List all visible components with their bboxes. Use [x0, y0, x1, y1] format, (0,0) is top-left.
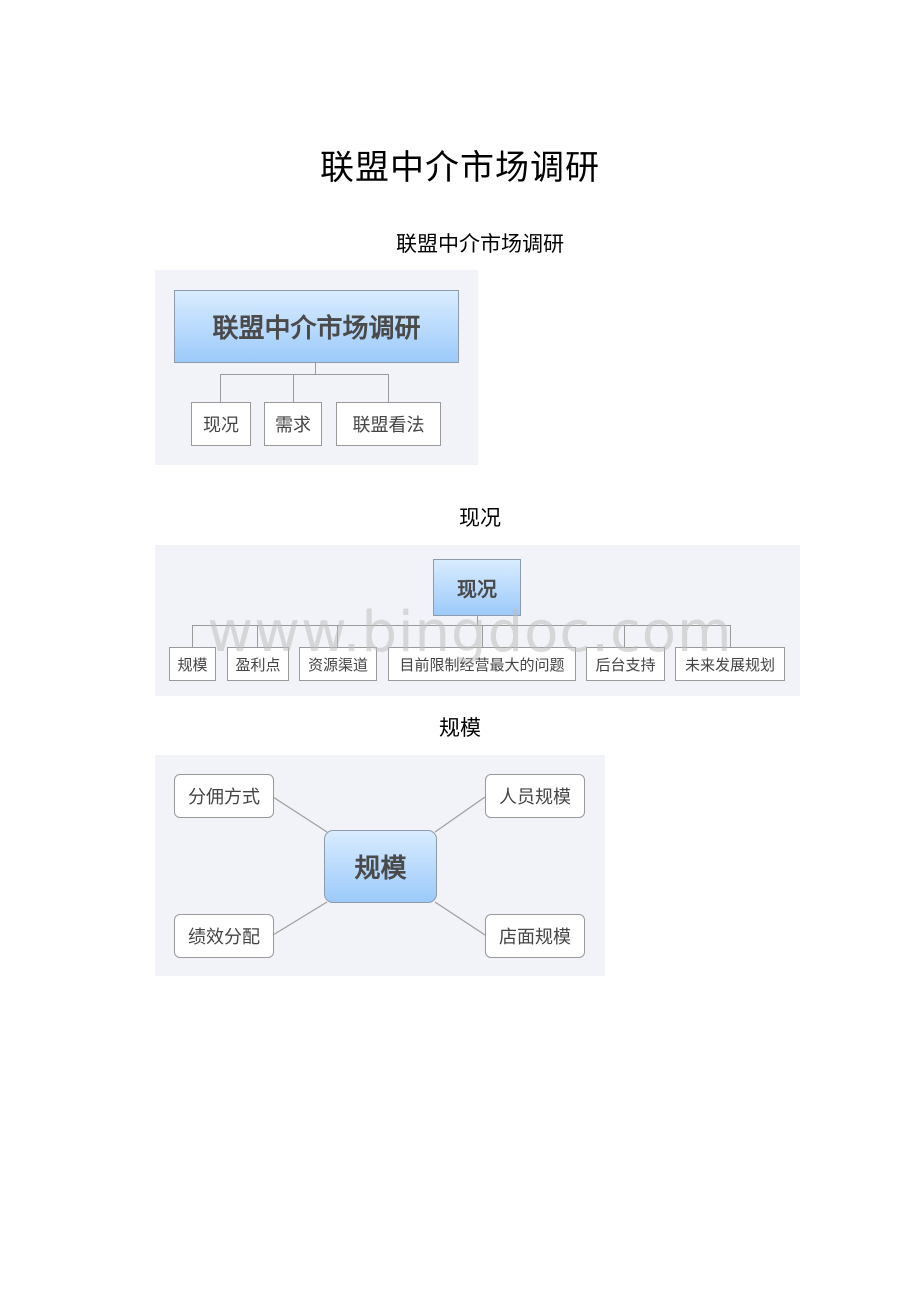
child-node[interactable]: 绩效分配	[174, 914, 274, 958]
child-node[interactable]: 后台支持	[586, 647, 665, 681]
connector-line	[624, 625, 625, 647]
connector-line	[434, 901, 486, 936]
mindmap-scale: 规模 分佣方式 人员规模 绩效分配 店面规模	[155, 755, 605, 976]
child-node[interactable]: 盈利点	[227, 647, 289, 681]
child-node[interactable]: 现况	[191, 402, 251, 446]
child-node[interactable]: 人员规模	[485, 774, 585, 818]
connector-line	[272, 796, 328, 833]
connector-line	[272, 901, 328, 936]
connector-line	[730, 625, 731, 647]
child-node[interactable]: 资源渠道	[299, 647, 377, 681]
section-caption-scale: 规模	[439, 716, 481, 740]
root-node[interactable]: 联盟中介市场调研	[174, 290, 459, 363]
child-node[interactable]: 联盟看法	[336, 402, 441, 446]
document-title: 联盟中介市场调研	[320, 148, 600, 188]
section-caption-overview: 联盟中介市场调研	[396, 232, 564, 256]
child-node[interactable]: 未来发展规划	[675, 647, 785, 681]
connector-line	[192, 625, 193, 647]
child-node[interactable]: 分佣方式	[174, 774, 274, 818]
connector-line	[315, 363, 316, 374]
connector-line	[337, 625, 338, 647]
connector-line	[388, 374, 389, 402]
connector-line	[220, 374, 389, 375]
connector-line	[257, 625, 258, 647]
root-node[interactable]: 规模	[324, 830, 437, 903]
connector-line	[482, 625, 483, 647]
connector-line	[434, 796, 486, 833]
child-node[interactable]: 需求	[264, 402, 322, 446]
connector-line	[220, 374, 221, 402]
child-node[interactable]: 目前限制经营最大的问题	[388, 647, 576, 681]
root-node[interactable]: 现况	[433, 559, 521, 616]
child-node[interactable]: 店面规模	[485, 914, 585, 958]
mindmap-overview: 联盟中介市场调研 现况 需求 联盟看法	[155, 270, 478, 465]
connector-line	[192, 625, 730, 626]
connector-line	[293, 374, 294, 402]
section-caption-status: 现况	[459, 506, 501, 530]
mindmap-status: 现况 规模 盈利点 资源渠道 目前限制经营最大的问题 后台支持 未来发展规划	[155, 545, 800, 696]
child-node[interactable]: 规模	[169, 647, 216, 681]
connector-line	[477, 616, 478, 625]
